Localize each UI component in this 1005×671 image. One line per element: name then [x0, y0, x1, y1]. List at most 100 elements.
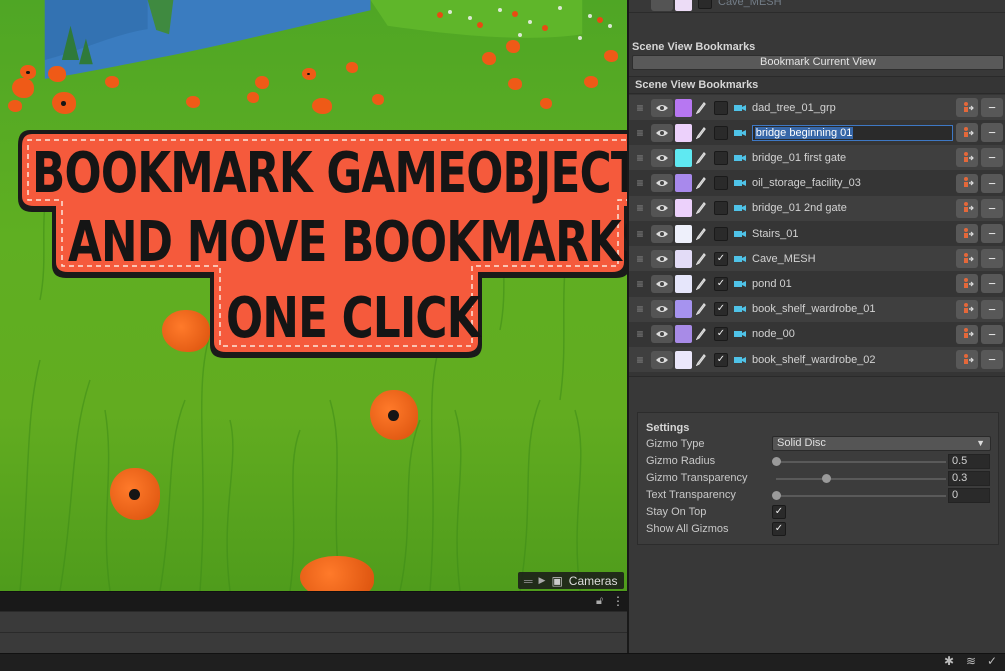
show-all-gizmos-checkbox[interactable]: ✓: [772, 522, 786, 536]
visibility-toggle[interactable]: [651, 224, 673, 243]
bookmark-checkbox[interactable]: ✓: [714, 302, 728, 317]
visibility-toggle[interactable]: [651, 274, 673, 293]
move-to-bookmark-button[interactable]: [956, 274, 978, 294]
bookmark-row[interactable]: ≡ oil_storage_facility_03 −: [629, 171, 1005, 196]
drag-handle-icon[interactable]: ≡: [629, 252, 651, 266]
visibility-toggle[interactable]: [651, 199, 673, 218]
eyedropper-icon[interactable]: [694, 250, 708, 268]
more-options-icon[interactable]: ⋮: [612, 594, 624, 608]
bookmark-checkbox[interactable]: ✓: [714, 327, 728, 342]
remove-bookmark-button[interactable]: −: [981, 350, 1003, 369]
eyedropper-icon[interactable]: [694, 199, 708, 217]
gizmo-type-dropdown[interactable]: Solid Disc ▼: [772, 436, 991, 451]
move-to-bookmark-button[interactable]: [956, 123, 979, 143]
bookmark-row[interactable]: ≡ bridge beginning 01 −: [629, 120, 1005, 145]
drag-handle-icon[interactable]: ≡: [629, 126, 651, 140]
visibility-toggle[interactable]: [651, 0, 673, 11]
drag-handle-icon[interactable]: ≡: [629, 101, 651, 115]
remove-bookmark-button[interactable]: −: [981, 98, 1003, 117]
stay-on-top-checkbox[interactable]: ✓: [772, 505, 786, 519]
eyedropper-icon[interactable]: [694, 124, 708, 142]
bookmark-checkbox[interactable]: ✓: [714, 276, 728, 291]
cameras-overlay-button[interactable]: ═ ▶ ▣ Cameras: [518, 572, 624, 589]
color-swatch[interactable]: [675, 0, 692, 11]
remove-bookmark-button[interactable]: −: [981, 198, 1003, 218]
lock-icon[interactable]: 🔓︎: [596, 595, 603, 608]
gizmo-radius-slider-knob[interactable]: [772, 457, 781, 466]
text-transparency-slider-track[interactable]: [776, 495, 946, 497]
bookmark-checkbox[interactable]: ✓: [714, 251, 728, 266]
drag-handle-icon[interactable]: ≡: [629, 353, 651, 367]
layers-icon[interactable]: ≋: [966, 654, 976, 668]
bookmark-row[interactable]: ≡ bridge_01 2nd gate −: [629, 195, 1005, 221]
bookmark-row[interactable]: ≡ ✓ pond 01 −: [629, 271, 1005, 296]
gizmo-radius-slider-track[interactable]: [776, 461, 946, 463]
eyedropper-icon[interactable]: [694, 325, 708, 343]
drag-handle-icon[interactable]: ≡: [629, 302, 651, 316]
gizmo-transparency-slider-track[interactable]: [776, 478, 946, 480]
bookmark-checkbox[interactable]: ✓: [714, 352, 728, 367]
color-swatch[interactable]: [675, 249, 692, 268]
color-swatch[interactable]: [675, 300, 692, 319]
drag-handle-icon[interactable]: ≡: [629, 176, 651, 190]
drag-handle-icon[interactable]: ≡: [629, 227, 651, 241]
gizmo-transparency-slider-knob[interactable]: [821, 474, 831, 483]
bookmark-row[interactable]: ≡ ✓ node_00 −: [629, 322, 1005, 347]
visibility-toggle[interactable]: [651, 98, 673, 117]
remove-bookmark-button[interactable]: −: [981, 249, 1003, 269]
drag-handle-icon[interactable]: ≡: [629, 277, 651, 291]
bookmark-checkbox[interactable]: [714, 100, 728, 115]
move-to-bookmark-button[interactable]: [956, 173, 978, 193]
drag-handle-icon[interactable]: ≡: [629, 201, 651, 215]
color-swatch[interactable]: [675, 350, 692, 369]
move-to-bookmark-button[interactable]: [956, 324, 978, 344]
bookmark-row[interactable]: ≡ dad_tree_01_grp −: [629, 95, 1005, 120]
visibility-toggle[interactable]: [651, 325, 673, 344]
remove-bookmark-button[interactable]: −: [981, 274, 1003, 294]
remove-bookmark-button[interactable]: −: [981, 324, 1003, 344]
remove-bookmark-button[interactable]: −: [981, 224, 1003, 243]
move-to-bookmark-button[interactable]: [956, 148, 978, 168]
bookmark-row[interactable]: ≡ ✓ Cave_MESH −: [629, 246, 1005, 272]
remove-bookmark-button[interactable]: −: [981, 173, 1003, 193]
eyedropper-icon[interactable]: [694, 99, 708, 117]
scene-view[interactable]: BOOKMARK GAMEOBJECTS AND MOVE BOOKMARKS …: [0, 0, 627, 591]
bookmark-row[interactable]: ≡ Stairs_01 −: [629, 221, 1005, 246]
move-to-bookmark-button[interactable]: [956, 198, 978, 218]
bookmark-row[interactable]: ≡ ✓ book_shelf_wardrobe_02 −: [629, 347, 1005, 372]
color-swatch[interactable]: [675, 98, 692, 117]
move-to-bookmark-button[interactable]: [956, 98, 978, 117]
color-swatch[interactable]: [675, 325, 692, 344]
text-transparency-field[interactable]: 0: [948, 488, 990, 503]
color-swatch[interactable]: [675, 174, 692, 193]
remove-bookmark-button[interactable]: −: [981, 299, 1003, 319]
bookmark-checkbox[interactable]: [713, 125, 728, 140]
bug-icon[interactable]: ✱: [944, 654, 954, 668]
color-swatch[interactable]: [675, 148, 692, 167]
bookmark-checkbox[interactable]: [714, 150, 728, 165]
color-swatch[interactable]: [675, 274, 692, 293]
move-to-bookmark-button[interactable]: [956, 249, 978, 269]
move-to-bookmark-button[interactable]: [956, 224, 978, 243]
color-swatch[interactable]: [675, 199, 692, 218]
eyedropper-icon[interactable]: [694, 174, 708, 192]
visibility-toggle[interactable]: [651, 350, 673, 369]
eyedropper-icon[interactable]: [694, 149, 708, 167]
visibility-toggle[interactable]: [651, 249, 673, 268]
drag-handle-icon[interactable]: ≡: [629, 151, 651, 165]
remove-bookmark-button[interactable]: −: [981, 123, 1004, 143]
visibility-toggle[interactable]: [651, 300, 673, 319]
checkbox[interactable]: [698, 0, 712, 9]
eyedropper-icon[interactable]: [694, 300, 708, 318]
eyedropper-icon[interactable]: [694, 225, 708, 243]
gizmo-radius-field[interactable]: 0.5: [948, 454, 990, 469]
eyedropper-icon[interactable]: [694, 351, 708, 369]
bookmark-name-input[interactable]: bridge beginning 01: [751, 124, 954, 141]
move-to-bookmark-button[interactable]: [956, 350, 978, 369]
visibility-toggle[interactable]: [651, 148, 673, 167]
drag-handle-icon[interactable]: ≡: [629, 327, 651, 341]
text-transparency-slider-knob[interactable]: [772, 491, 781, 500]
bookmark-row[interactable]: ≡ bridge_01 first gate −: [629, 145, 1005, 171]
eyedropper-icon[interactable]: [694, 275, 708, 293]
color-swatch[interactable]: [675, 224, 692, 243]
